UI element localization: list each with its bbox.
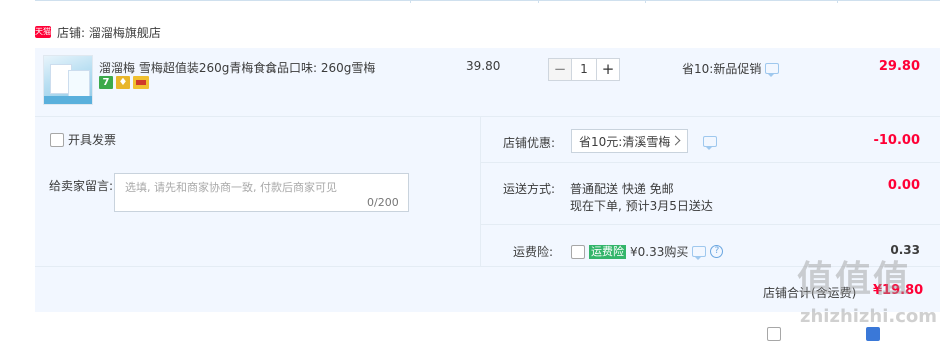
shipping-eta: 现在下单, 预计3月5日送达 xyxy=(570,199,713,213)
shipping-divider xyxy=(480,224,940,225)
item-promotion: 省10:新品促销 xyxy=(682,60,780,77)
promotion-text: 省10:新品促销 xyxy=(682,62,762,76)
promo-info-icon[interactable] xyxy=(765,63,780,77)
shop-discount-amount: -10.00 xyxy=(873,133,920,148)
service-icons: 7 ♦ xyxy=(99,76,149,89)
seven-day-return-icon[interactable]: 7 xyxy=(99,76,113,89)
help-icon[interactable]: ? xyxy=(710,245,724,258)
credit-card-icon[interactable] xyxy=(133,76,149,89)
discount-divider xyxy=(480,162,940,163)
options-column-divider xyxy=(480,116,481,266)
shop-discount-label: 店铺优惠: xyxy=(503,136,556,150)
tmall-icon: 天猫 xyxy=(35,26,51,38)
insurance-checkbox[interactable] xyxy=(571,244,585,259)
shop-name[interactable]: 店铺: 溜溜梅旗舰店 xyxy=(57,24,161,41)
insurance-price: ¥0.33购买 xyxy=(630,245,689,259)
shop-discount-value: 省10元:清溪雪梅 xyxy=(579,135,671,149)
insurance-option: 运费险 ¥0.33购买 ? xyxy=(571,243,724,260)
decrease-button[interactable]: − xyxy=(548,58,572,81)
product-sku: 食品口味: 260g雪梅 xyxy=(265,61,376,75)
insurance-label: 运费险: xyxy=(513,245,554,259)
invoice-label: 开具发票 xyxy=(68,133,117,147)
invoice-option[interactable]: 开具发票 xyxy=(50,131,116,148)
shop-total-amount: ¥19.80 xyxy=(873,283,924,298)
insurance-amount: 0.33 xyxy=(890,243,920,257)
discount-info xyxy=(703,136,717,150)
unit-price: 39.80 xyxy=(466,59,501,73)
shipping-method: 普通配送 快递 免邮 xyxy=(570,182,674,196)
discount-info-icon[interactable] xyxy=(703,136,717,150)
summary-divider xyxy=(35,266,940,267)
quantity-input[interactable]: 1 xyxy=(572,58,596,81)
insurance-badge: 运费险 xyxy=(589,244,626,259)
increase-button[interactable]: + xyxy=(596,58,620,81)
shipping-label: 运送方式: xyxy=(503,182,556,196)
quantity-stepper: − 1 + xyxy=(548,58,620,81)
order-options-panel xyxy=(35,116,940,312)
shop-total-label: 店铺合计(含运费) xyxy=(763,286,857,300)
shop-header: 天猫 店铺: 溜溜梅旗舰店 xyxy=(35,22,161,42)
item-subtotal: 29.80 xyxy=(878,59,920,74)
product-title[interactable]: 溜溜梅 雪梅超值装260g青梅食... xyxy=(99,59,277,76)
shipping-amount: 0.00 xyxy=(887,178,920,193)
chevron-down-icon xyxy=(670,135,681,146)
guarantee-icon[interactable]: ♦ xyxy=(116,76,130,89)
top-divider xyxy=(35,0,940,1)
insurance-chat-icon[interactable] xyxy=(692,246,707,260)
message-char-count: 0/200 xyxy=(367,196,399,209)
options-top-divider xyxy=(35,116,940,117)
bottom-option-a[interactable] xyxy=(767,326,781,341)
shop-discount-select[interactable]: 省10元:清溪雪梅 xyxy=(571,129,688,153)
invoice-checkbox[interactable] xyxy=(50,132,64,147)
message-placeholder: 选填, 请先和商家协商一致, 付款后商家可见 xyxy=(125,181,337,194)
message-label: 给卖家留言: xyxy=(49,179,114,193)
product-thumbnail[interactable] xyxy=(43,55,93,105)
bottom-option-b[interactable] xyxy=(866,326,880,341)
